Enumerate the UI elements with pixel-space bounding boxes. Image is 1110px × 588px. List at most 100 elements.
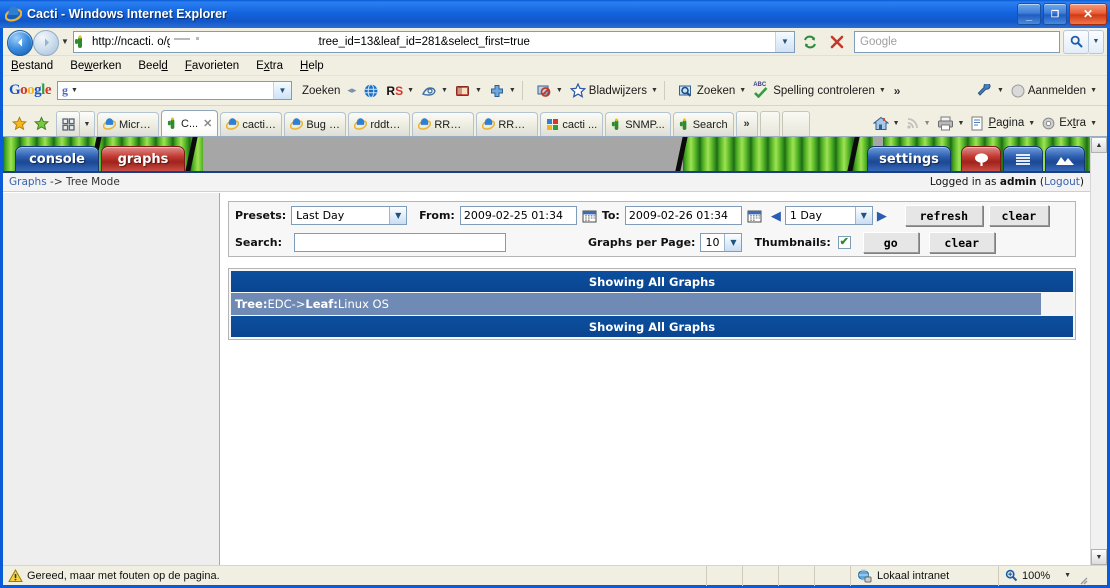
- from-input[interactable]: 2009-02-25 01:34: [459, 206, 577, 225]
- cacti-tab-graphs[interactable]: graphs: [101, 146, 185, 171]
- next-span-button[interactable]: ▶: [877, 209, 887, 222]
- chevron-down-icon[interactable]: ▼: [724, 234, 742, 251]
- add-favorite-icon[interactable]: [30, 110, 52, 136]
- menu-item-bewerken[interactable]: Bewerken: [70, 60, 121, 72]
- tab-overflow-button[interactable]: »: [735, 111, 758, 136]
- browser-search-button[interactable]: [1063, 29, 1089, 54]
- menu-item-bestand[interactable]: Bestand: [11, 60, 53, 72]
- warning-icon[interactable]: [8, 568, 23, 583]
- tree-leaf-label[interactable]: Tree: EDC-> Leaf: Linux OS: [231, 293, 1041, 315]
- tab-list-caret-icon[interactable]: ▼: [80, 111, 95, 136]
- timespan-select[interactable]: 1 Day ▼: [784, 206, 873, 225]
- bookmarks-icon[interactable]: Bladwijzers ▼: [569, 83, 658, 98]
- google-settings-icon[interactable]: ▼: [977, 83, 1004, 98]
- add-icon[interactable]: ▼: [489, 84, 516, 98]
- site-search-caret-icon[interactable]: ▼: [739, 87, 746, 94]
- tab-close-icon[interactable]: ✕: [203, 117, 212, 130]
- menu-item-favorieten[interactable]: Favorieten: [185, 60, 239, 72]
- tools-menu-button[interactable]: Extra ▼: [1039, 110, 1099, 136]
- highlight-caret-icon[interactable]: ▼: [441, 87, 448, 94]
- zoom-control[interactable]: 100% ▼: [999, 566, 1107, 586]
- home-caret-icon[interactable]: ▼: [893, 120, 900, 127]
- cacti-tab-list[interactable]: [1003, 146, 1043, 171]
- tab-microsoft[interactable]: Micro...: [97, 112, 159, 136]
- rs-caret-icon[interactable]: ▼: [407, 87, 414, 94]
- popup-blocker-caret-icon[interactable]: ▼: [556, 87, 563, 94]
- page-vertical-scrollbar[interactable]: ▲ ▼: [1090, 137, 1107, 565]
- favorites-star-icon[interactable]: [8, 110, 30, 136]
- tree-navigation-pane[interactable]: [3, 193, 220, 565]
- rs-icon[interactable]: RS ▼: [386, 84, 414, 98]
- logout-link[interactable]: Logout: [1044, 176, 1080, 188]
- close-button[interactable]: ✕: [1069, 3, 1107, 25]
- tab-rrdtool-3[interactable]: RRDt...: [476, 112, 539, 136]
- google-search-button[interactable]: Zoeken: [299, 85, 340, 97]
- menu-item-extra[interactable]: Extra: [256, 60, 283, 72]
- spellcheck-caret-icon[interactable]: ▼: [879, 87, 886, 94]
- quick-tabs-icon[interactable]: [56, 111, 80, 136]
- minimize-button[interactable]: _: [1017, 3, 1041, 25]
- calendar-icon-to[interactable]: [747, 209, 762, 223]
- add-caret-icon[interactable]: ▼: [509, 87, 516, 94]
- google-input-dropdown[interactable]: ▼: [273, 82, 292, 99]
- presets-select[interactable]: Last Day ▼: [291, 206, 408, 225]
- highlight-icon[interactable]: ▼: [421, 84, 448, 98]
- google-signin-button[interactable]: Aanmelden ▼: [1011, 84, 1097, 98]
- google-toolbar-overflow-button[interactable]: »: [894, 84, 901, 98]
- google-signin-caret-icon[interactable]: ▼: [1090, 87, 1097, 94]
- page-menu-caret-icon[interactable]: ▼: [1028, 120, 1035, 127]
- menu-item-help[interactable]: Help: [300, 60, 324, 72]
- tab-search[interactable]: Search: [672, 112, 734, 136]
- tab-snmp[interactable]: SNMP...: [605, 112, 671, 136]
- chevron-down-icon[interactable]: ▼: [854, 207, 872, 224]
- tab-bug[interactable]: Bug 2...: [284, 112, 347, 136]
- previous-span-button[interactable]: ◀: [771, 209, 781, 222]
- tab-cacti-2[interactable]: cacti ...: [220, 112, 283, 136]
- address-bar[interactable]: http://ncacti. o/graph_view.php?action=t…: [73, 30, 795, 53]
- home-button[interactable]: ▼: [871, 110, 902, 136]
- print-button[interactable]: ▼: [935, 110, 967, 136]
- site-search-icon[interactable]: Zoeken ▼: [678, 84, 746, 98]
- cacti-tab-settings[interactable]: settings: [867, 146, 951, 171]
- resize-grip[interactable]: [1075, 566, 1089, 586]
- translate-icon[interactable]: [363, 83, 379, 99]
- tab-rrdtool-2[interactable]: RRDt...: [412, 112, 475, 136]
- popup-blocker-icon[interactable]: ▼: [536, 84, 563, 98]
- browser-search-input[interactable]: Google: [854, 30, 1060, 53]
- tab-cacti-active[interactable]: C... ✕: [161, 110, 219, 136]
- zoom-caret-icon[interactable]: ▼: [1064, 572, 1071, 579]
- menu-item-beeld[interactable]: Beeld: [138, 60, 167, 72]
- tab-rrdtool-1[interactable]: rddto...: [348, 112, 411, 136]
- cacti-tab-tree[interactable]: [961, 146, 1001, 171]
- bookmarks-caret-icon[interactable]: ▼: [651, 87, 658, 94]
- refresh-button[interactable]: refresh: [904, 205, 983, 226]
- graphs-per-page-select[interactable]: 10 ▼: [700, 233, 743, 252]
- google-search-input[interactable]: g ▼ ▼: [57, 81, 293, 100]
- notebook-icon[interactable]: ▼: [455, 84, 482, 98]
- clear-button-bottom[interactable]: clear: [928, 232, 995, 253]
- refresh-button[interactable]: [797, 29, 823, 55]
- notebook-caret-icon[interactable]: ▼: [475, 87, 482, 94]
- tools-menu-caret-icon[interactable]: ▼: [1090, 120, 1097, 127]
- page-menu-button[interactable]: Pagina ▼: [968, 110, 1037, 136]
- stop-button[interactable]: [824, 29, 850, 55]
- spellcheck-icon[interactable]: ABC Spelling controleren ▼: [753, 82, 886, 98]
- print-caret-icon[interactable]: ▼: [958, 120, 965, 127]
- maximize-button[interactable]: ❐: [1043, 3, 1067, 25]
- search-input[interactable]: [293, 233, 506, 252]
- chevron-down-icon[interactable]: ▼: [389, 207, 407, 224]
- cacti-tab-preview[interactable]: [1045, 146, 1085, 171]
- tab-cacti-google[interactable]: cacti ...: [540, 112, 604, 136]
- cacti-tab-console[interactable]: console: [15, 146, 99, 171]
- clear-button-top[interactable]: clear: [988, 205, 1049, 226]
- thumbnails-checkbox[interactable]: ✔: [837, 236, 851, 249]
- forward-button[interactable]: [32, 29, 59, 56]
- calendar-icon-from[interactable]: [582, 209, 597, 223]
- go-button[interactable]: go: [862, 232, 919, 253]
- browser-search-provider-caret[interactable]: ▼: [1089, 29, 1104, 54]
- scroll-up-button[interactable]: ▲: [1091, 137, 1107, 153]
- scroll-down-button[interactable]: ▼: [1091, 549, 1107, 565]
- back-button[interactable]: [6, 29, 33, 56]
- google-settings-caret-icon[interactable]: ▼: [997, 87, 1004, 94]
- to-input[interactable]: 2009-02-26 01:34: [624, 206, 742, 225]
